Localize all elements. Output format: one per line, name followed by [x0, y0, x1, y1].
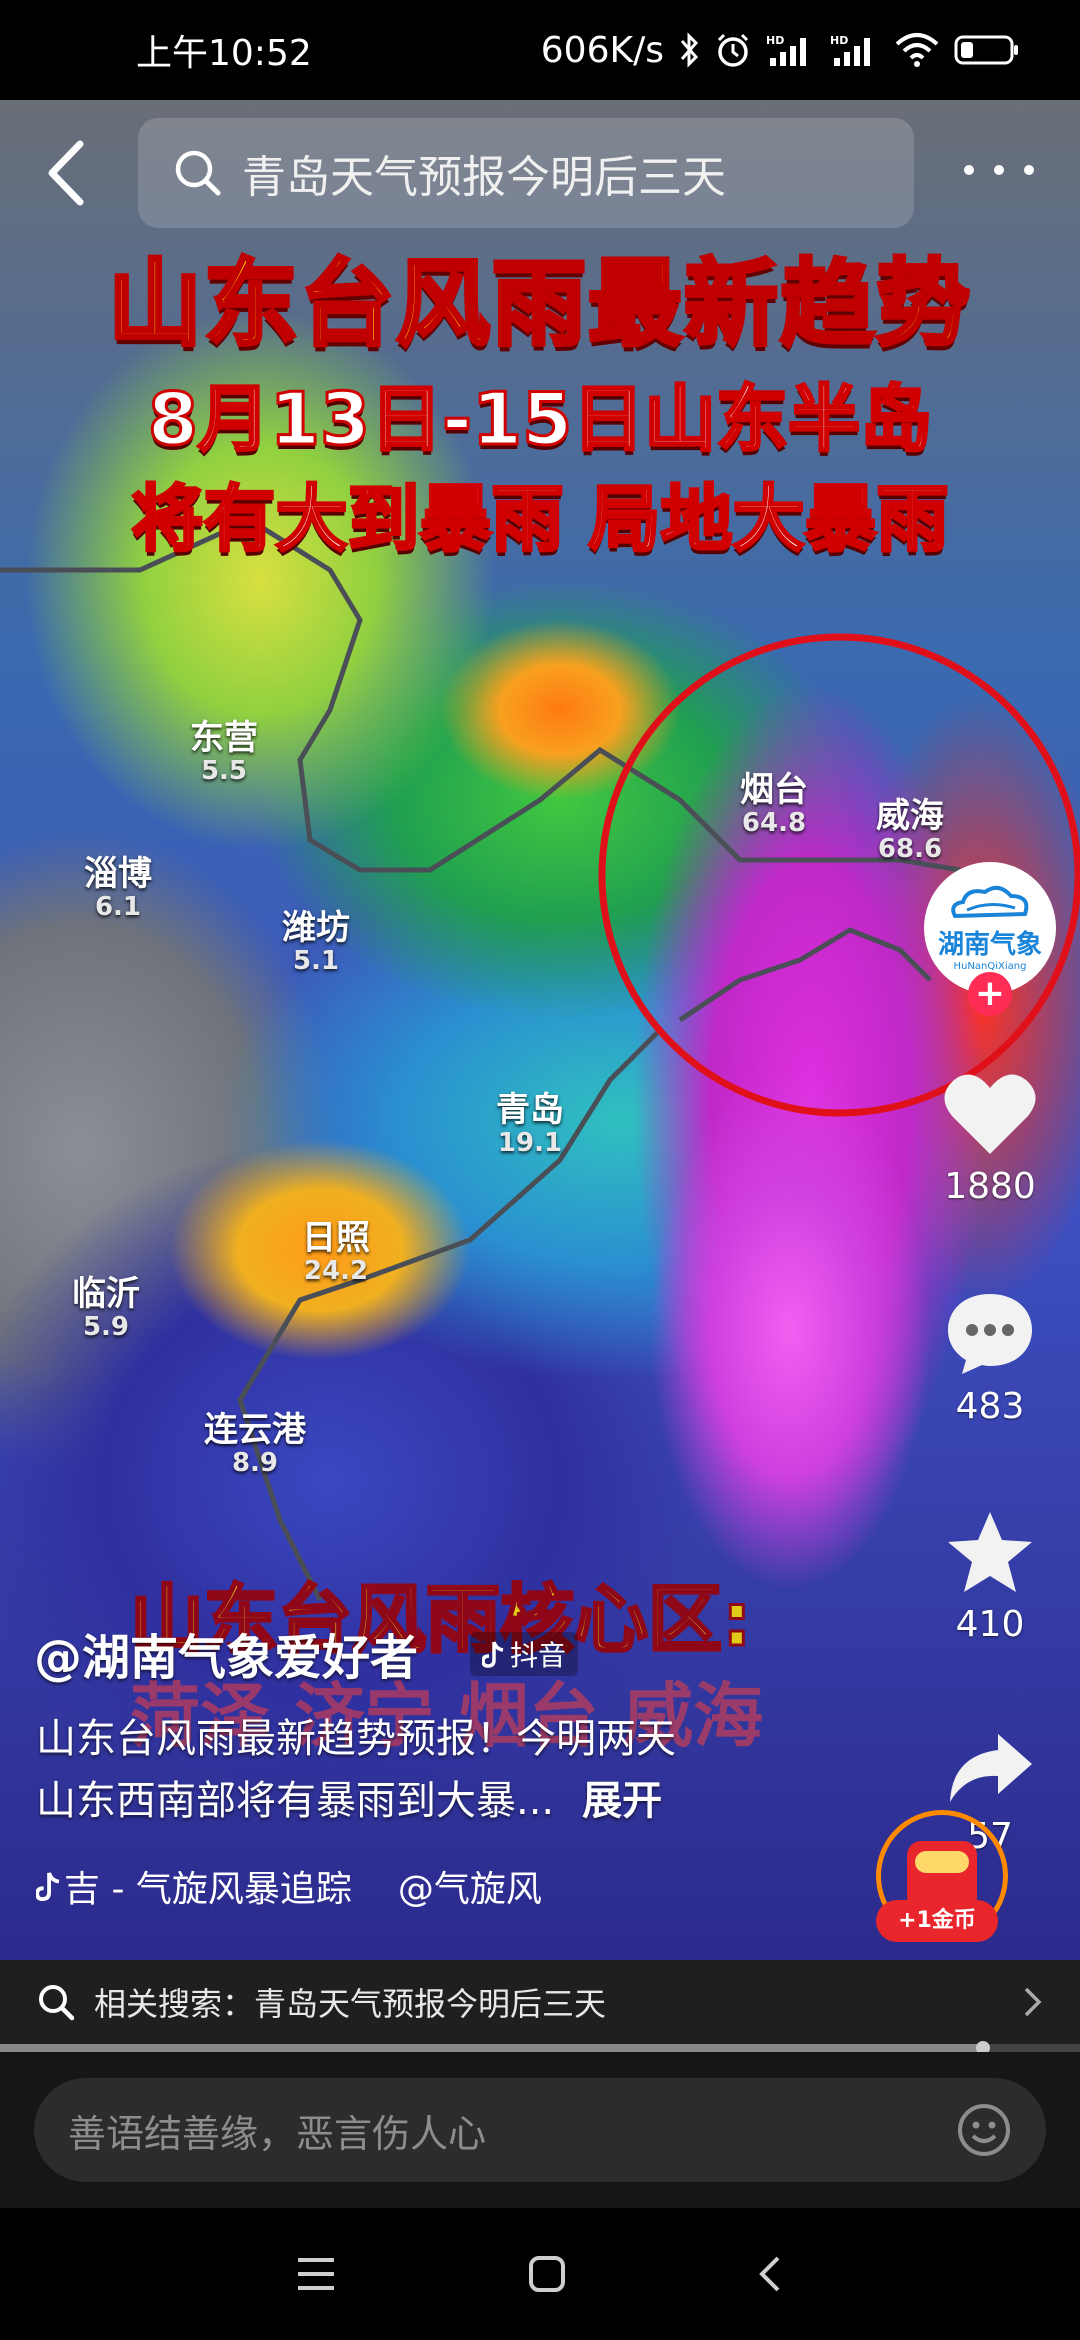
- video-title-line3: 将有大到暴雨 局地大暴雨: [130, 476, 950, 563]
- city-value: 68.6: [877, 834, 943, 865]
- description-line1: 山东台风雨最新趋势预报！今明两天: [36, 1716, 676, 1762]
- comment-count: 483: [955, 1386, 1025, 1427]
- related-search-label: 相关搜索：青岛天气预报今明后三天: [94, 1985, 607, 2023]
- like-count: 1880: [944, 1166, 1036, 1207]
- chevron-right-icon: [1024, 1987, 1042, 2017]
- city-value: 19.1: [497, 1128, 563, 1159]
- net-speed: 606K/s: [540, 29, 664, 71]
- comment-input[interactable]: 善语结善缘，恶言伤人心: [34, 2078, 1046, 2182]
- city-label-rizhao: 日照 24.2: [302, 1218, 370, 1287]
- comment-placeholder: 善语结善缘，恶言伤人心: [68, 2111, 487, 2156]
- city-name: 烟台: [740, 770, 808, 810]
- signal-hd-1-icon: HD: [766, 32, 816, 68]
- battery-icon: [954, 33, 1020, 67]
- emoji-icon[interactable]: [956, 2102, 1012, 2158]
- video-title-line2: 8月13日-15日山东半岛: [146, 376, 933, 463]
- music-note-icon: [36, 1872, 60, 1902]
- status-bar: 上午10:52 606K/s HD HD: [0, 0, 1080, 100]
- follow-button[interactable]: +: [968, 972, 1012, 1016]
- douyin-logo-icon: [482, 1641, 504, 1668]
- search-query: 青岛天气预报今明后三天: [242, 152, 726, 203]
- share-arrow-icon: [950, 1734, 1032, 1802]
- heart-icon: [944, 1074, 1036, 1154]
- city-label-weifang: 潍坊 5.1: [282, 908, 350, 977]
- city-name: 东营: [190, 718, 258, 758]
- related-search-bar[interactable]: 相关搜索：青岛天气预报今明后三天: [0, 1960, 1080, 2044]
- wifi-icon: [894, 32, 940, 68]
- city-name: 青岛: [496, 1090, 564, 1130]
- city-name: 淄博: [84, 854, 152, 894]
- expand-button[interactable]: 展开: [582, 1778, 662, 1824]
- city-name: 威海: [876, 796, 944, 836]
- city-label-dongying: 东营 5.5: [190, 718, 258, 787]
- platform-badge: 抖音: [470, 1632, 579, 1676]
- city-value: 24.2: [303, 1256, 369, 1287]
- video-title-line1: 山东台风雨最新趋势: [106, 248, 972, 361]
- star-icon: [948, 1512, 1032, 1592]
- back-button[interactable]: [40, 138, 96, 208]
- system-nav-bar: [0, 2208, 1080, 2340]
- search-input[interactable]: 青岛天气预报今明后三天: [138, 118, 914, 228]
- search-icon: [175, 150, 221, 196]
- back-icon: [48, 140, 84, 206]
- cloud-logo-icon: [951, 885, 1029, 919]
- music-author: @气旋风: [397, 1869, 542, 1910]
- city-name: 潍坊: [282, 908, 350, 948]
- city-value: 64.8: [741, 808, 807, 839]
- avatar-logo-subtext: HuNanQiXiang: [953, 961, 1027, 972]
- city-name: 临沂: [72, 1274, 140, 1314]
- back-nav-icon[interactable]: [756, 2254, 786, 2294]
- city-value: 8.9: [231, 1448, 279, 1479]
- author-name[interactable]: @湖南气象爱好者: [34, 1618, 418, 1688]
- avatar-logo-text: 湖南气象: [937, 930, 1042, 960]
- svg-text:HD: HD: [766, 34, 784, 47]
- status-time: 上午10:52: [136, 33, 312, 74]
- city-value: 5.9: [82, 1312, 130, 1343]
- alarm-icon: [714, 31, 752, 69]
- city-label-linyi: 临沂 5.9: [72, 1274, 140, 1343]
- city-value: 6.1: [94, 892, 142, 923]
- music-track: 吉 - 气旋风暴追踪: [36, 1860, 352, 1912]
- video-progress-fill: [0, 2044, 983, 2052]
- city-label-zibo: 淄博 6.1: [84, 854, 152, 923]
- city-label-yantai: 烟台 64.8: [740, 770, 808, 839]
- app-screen: 上午10:52 606K/s HD HD 山东台风雨最新趋势 8月13日-15日…: [0, 0, 1080, 2340]
- city-value: 5.1: [292, 946, 340, 977]
- search-icon: [39, 1985, 75, 2021]
- home-icon[interactable]: [527, 2254, 567, 2294]
- comment-bubble-icon: [948, 1294, 1032, 1374]
- music-title: 吉 - 气旋风暴追踪: [64, 1869, 352, 1910]
- like-button[interactable]: 1880: [924, 1070, 1056, 1207]
- svg-text:HD: HD: [830, 34, 848, 47]
- video-progress-bar[interactable]: [0, 2041, 1080, 2055]
- video-description: 山东台风雨最新趋势预报！今明两天 山东西南部将有暴雨到大暴... 展开: [36, 1708, 816, 1832]
- coin-reward-label: +1金币: [876, 1900, 998, 1942]
- city-value: 5.5: [200, 756, 248, 787]
- city-label-lianyungang: 连云港 8.9: [204, 1410, 306, 1479]
- favorite-count: 410: [955, 1604, 1025, 1645]
- comment-button[interactable]: 483: [924, 1290, 1056, 1427]
- menu-icon[interactable]: [294, 2256, 338, 2292]
- signal-hd-2-icon: HD: [830, 32, 880, 68]
- city-label-weihai: 威海 68.6: [876, 796, 944, 865]
- city-name: 日照: [302, 1218, 370, 1258]
- description-line2-row: 山东西南部将有暴雨到大暴... 展开: [36, 1770, 816, 1832]
- favorite-button[interactable]: 410: [924, 1508, 1056, 1645]
- bluetooth-icon: [678, 31, 700, 69]
- platform-badge-label: 抖音: [510, 1639, 567, 1672]
- more-icon[interactable]: [964, 150, 1034, 190]
- status-icons: 606K/s HD HD: [541, 30, 1020, 71]
- city-name: 连云港: [204, 1410, 306, 1450]
- comment-area: 善语结善缘，恶言伤人心: [0, 2052, 1080, 2208]
- city-label-qingdao: 青岛 19.1: [496, 1090, 564, 1159]
- music-marquee[interactable]: 吉 - 气旋风暴追踪 @气旋风: [36, 1860, 596, 1912]
- description-line2: 山东西南部将有暴雨到大暴...: [36, 1778, 555, 1824]
